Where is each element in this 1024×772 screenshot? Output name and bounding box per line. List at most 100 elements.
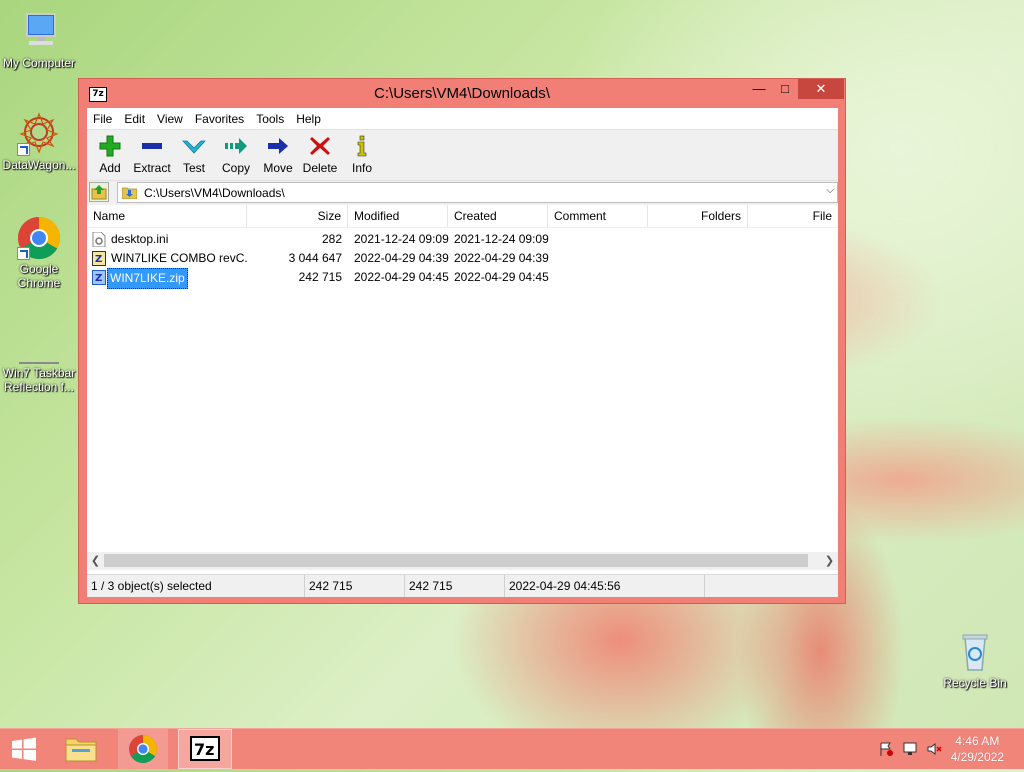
- system-tray: 4:46 AM 4/29/2022: [864, 729, 1024, 769]
- desktop-icon-datawagon[interactable]: DataWagon...: [0, 112, 78, 172]
- windows-logo-icon: [12, 737, 36, 761]
- start-button[interactable]: [0, 729, 48, 769]
- desktop-icon-label: Google Chrome: [17, 262, 61, 290]
- file-name: WIN7LIKE COMBO revC...: [111, 251, 247, 265]
- test-button-label: Test: [182, 161, 205, 175]
- ini-file-icon: [92, 232, 106, 247]
- column-header-comment[interactable]: Comment: [548, 205, 648, 227]
- clock[interactable]: 4:46 AM 4/29/2022: [951, 733, 1004, 765]
- copy-button-label: Copy: [221, 161, 250, 175]
- clock-time: 4:46 AM: [955, 734, 1000, 748]
- taskbar-7zip-button[interactable]: 7z: [178, 729, 232, 769]
- folder-download-icon: [122, 187, 137, 199]
- menu-file[interactable]: File: [87, 112, 118, 126]
- extract-button[interactable]: Extract: [131, 130, 173, 180]
- desktop-icon-label: DataWagon...: [2, 158, 76, 172]
- action-center-flag-icon[interactable]: [878, 741, 894, 757]
- column-header-modified[interactable]: Modified: [348, 205, 448, 227]
- menu-edit[interactable]: Edit: [118, 112, 151, 126]
- chrome-icon: [17, 216, 61, 260]
- column-header-created[interactable]: Created: [448, 205, 548, 227]
- up-folder-icon: [91, 185, 107, 200]
- address-input[interactable]: C:\Users\VM4\Downloads\ ⌵: [117, 182, 838, 203]
- column-header-size[interactable]: Size: [247, 205, 348, 227]
- datawagon-icon: [17, 112, 61, 156]
- desktop-icon-my-computer[interactable]: My Computer: [0, 10, 78, 70]
- archive-file-icon: Z: [92, 270, 106, 285]
- info-button-label: Info: [351, 161, 372, 175]
- move-arrow-icon: [268, 138, 288, 154]
- file-created: 2022-04-29 04:45: [454, 270, 549, 284]
- chevron-down-icon[interactable]: ⌵: [826, 185, 834, 196]
- taskbar-reflection-icon: [17, 356, 61, 364]
- recycle-bin-icon: [953, 630, 997, 674]
- desktop-icon-recycle-bin[interactable]: Recycle Bin: [936, 630, 1014, 690]
- close-button[interactable]: ✕: [798, 79, 844, 99]
- taskbar-chrome-button[interactable]: [118, 729, 168, 769]
- desktop-icon-label: Recycle Bin: [943, 676, 1007, 690]
- add-button[interactable]: Add: [89, 130, 131, 180]
- file-created: 2022-04-29 04:39: [454, 251, 549, 265]
- window-title: C:\Users\VM4\Downloads\: [374, 85, 550, 102]
- column-header-row: Name Size Modified Created Comment Folde…: [87, 205, 838, 228]
- desktop-icon-google-chrome[interactable]: Google Chrome: [0, 216, 78, 290]
- menu-favorites[interactable]: Favorites: [189, 112, 250, 126]
- file-size: 242 715: [298, 270, 342, 284]
- scrollbar-thumb[interactable]: [104, 554, 808, 567]
- taskbar: 7z 4:46 AM 4/29/2022: [0, 728, 1024, 769]
- address-bar: C:\Users\VM4\Downloads\ ⌵: [87, 180, 838, 205]
- delete-button[interactable]: Delete: [299, 130, 341, 180]
- title-bar[interactable]: 7z C:\Users\VM4\Downloads\ — □ ✕: [79, 79, 845, 107]
- svg-text:Z: Z: [95, 254, 102, 265]
- column-header-files[interactable]: File: [748, 205, 838, 227]
- status-selection: 1 / 3 object(s) selected: [87, 575, 305, 597]
- file-name: desktop.ini: [111, 232, 169, 246]
- status-modified: 2022-04-29 04:45:56: [505, 575, 705, 597]
- horizontal-scrollbar[interactable]: ❮ ❯: [87, 552, 838, 570]
- move-button[interactable]: Move: [257, 130, 299, 180]
- menu-view[interactable]: View: [151, 112, 189, 126]
- desktop-icon-label: My Computer: [2, 56, 76, 70]
- column-header-name[interactable]: Name: [87, 205, 247, 227]
- menu-tools[interactable]: Tools: [250, 112, 290, 126]
- 7zip-icon: 7z: [190, 736, 220, 761]
- plus-icon: [99, 135, 121, 157]
- volume-muted-icon[interactable]: [926, 741, 942, 757]
- file-row[interactable]: Z WIN7LIKE COMBO revC... 3 044 647 2022-…: [87, 249, 838, 268]
- scroll-left-icon[interactable]: ❮: [87, 552, 104, 570]
- up-folder-button[interactable]: [89, 182, 109, 202]
- menu-help[interactable]: Help: [290, 112, 327, 126]
- scroll-right-icon[interactable]: ❯: [821, 552, 838, 570]
- maximize-button[interactable]: □: [772, 79, 798, 99]
- column-header-folders[interactable]: Folders: [648, 205, 748, 227]
- status-bar: 1 / 3 object(s) selected 242 715 242 715…: [87, 574, 838, 597]
- info-icon: [357, 135, 367, 157]
- minimize-button[interactable]: —: [746, 79, 772, 99]
- file-row[interactable]: desktop.ini 282 2021-12-24 09:09 2021-12…: [87, 230, 838, 249]
- file-row-selected[interactable]: Z WIN7LIKE.zip 242 715 2022-04-29 04:45 …: [87, 268, 838, 289]
- desktop-icon-win7-taskbar-reflection[interactable]: Win7 Taskbar Reflection f...: [0, 356, 78, 394]
- shortcut-arrow-icon: [17, 143, 30, 156]
- move-button-label: Move: [263, 161, 293, 175]
- folder-icon: [65, 738, 97, 762]
- minus-icon: [142, 143, 162, 149]
- window-client-area: File Edit View Favorites Tools Help Add …: [87, 108, 838, 597]
- computer-icon: [17, 10, 61, 54]
- file-name: WIN7LIKE.zip: [107, 268, 188, 289]
- copy-arrow-icon: [225, 138, 247, 154]
- clock-date: 4/29/2022: [950, 750, 1004, 764]
- test-button[interactable]: Test: [173, 130, 215, 180]
- network-icon[interactable]: [902, 741, 918, 757]
- info-button[interactable]: Info: [341, 130, 383, 180]
- check-icon: [182, 140, 206, 154]
- file-size: 3 044 647: [288, 251, 342, 265]
- svg-text:Z: Z: [95, 273, 102, 284]
- extract-button-label: Extract: [133, 161, 171, 175]
- menu-bar: File Edit View Favorites Tools Help: [87, 108, 838, 129]
- desktop-icon-label: Win7 Taskbar Reflection f...: [2, 366, 76, 394]
- file-modified: 2022-04-29 04:45: [354, 270, 449, 284]
- 7zip-file-manager-window: 7z C:\Users\VM4\Downloads\ — □ ✕ File Ed…: [78, 78, 846, 604]
- copy-button[interactable]: Copy: [215, 130, 257, 180]
- taskbar-file-explorer-button[interactable]: [58, 729, 104, 769]
- toolbar: Add Extract Test Copy Move Delete Info: [87, 129, 838, 180]
